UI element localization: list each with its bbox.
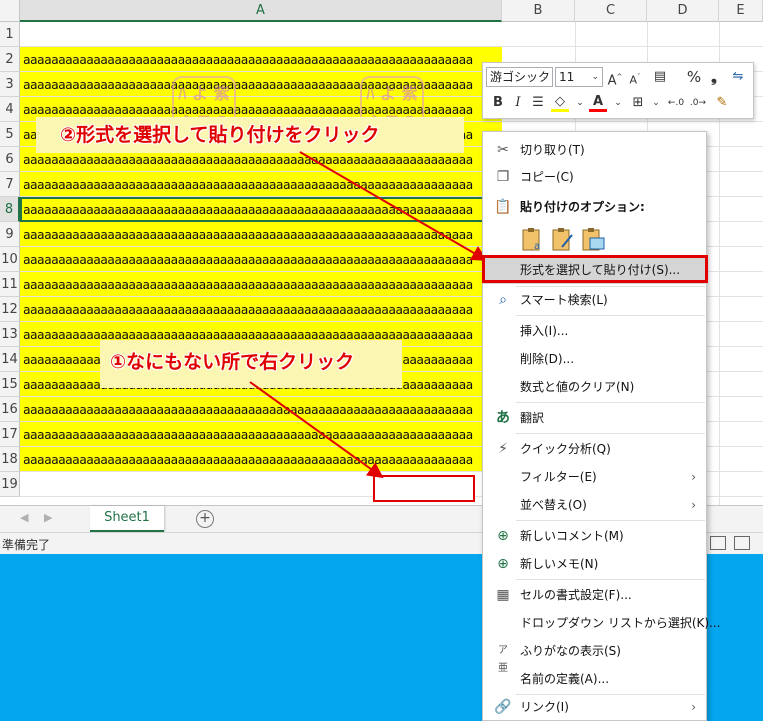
svg-text:a: a [534, 241, 540, 252]
paste-values-icon[interactable]: a [520, 227, 546, 253]
submenu-arrow-icon: › [691, 470, 696, 484]
menu-item-sort[interactable]: 並べ替え(O) › [483, 491, 706, 519]
quick-analysis-icon: ⚡ [498, 441, 508, 457]
menu-item-show-phonetic[interactable]: ア亜 ふりがなの表示(S) [483, 637, 706, 674]
menu-item-label: ふりがなの表示(S) [520, 644, 621, 658]
mini-toolbar: 游ゴシック ⌄ 11 ⌄ A^ Aˇ ▤ % ❟ ⇋ B I ☰ ◇ ⌄ A ⌄ ⊞… [482, 62, 754, 119]
menu-item-label: 切り取り(T) [520, 143, 585, 157]
menu-item-format-cells[interactable]: ▦ セルの書式設定(F)... [483, 581, 706, 609]
link-icon: 🔗 [494, 699, 512, 715]
scissors-icon: ✂ [497, 142, 509, 158]
font-grow-label: A [607, 73, 617, 89]
menu-item-new-comment[interactable]: ⊕ 新しいコメント(M) [483, 522, 706, 550]
menu-item-new-note[interactable]: ⊕ 新しいメモ(N) [483, 550, 706, 578]
menu-item-label: 新しいメモ(N) [520, 557, 599, 571]
menu-item-label: 新しいコメント(M) [520, 529, 624, 543]
menu-item-cut[interactable]: ✂ 切り取り(T) [483, 136, 706, 164]
format-cells-icon: ▦ [496, 587, 510, 603]
menu-item-label: 並べ替え(O) [520, 498, 587, 512]
decrease-decimal-icon[interactable]: .0→ [689, 93, 707, 113]
italic-button[interactable]: I [509, 93, 527, 113]
highlight-box-paste-special [482, 255, 708, 283]
menu-item-filter[interactable]: フィルター(E) › [483, 463, 706, 491]
menu-separator [516, 433, 705, 434]
number-format-icon[interactable]: ▤ [649, 67, 671, 87]
percent-button[interactable]: % [685, 67, 703, 87]
arrow-to-paste-special [299, 151, 488, 262]
menu-item-label: 削除(D)... [520, 352, 575, 366]
menu-item-label: セルの書式設定(F)... [520, 588, 632, 602]
context-menu: ✂ 切り取り(T) ❐ コピー(C) 📋 貼り付けのオプション: a 形式を選択して貼… [482, 131, 721, 721]
comma-style-button[interactable]: ❟ [705, 67, 723, 87]
font-color-dropdown-icon[interactable]: ⌄ [609, 93, 627, 113]
menu-item-label: 翻訳 [520, 411, 545, 425]
menu-item-define-name[interactable]: 名前の定義(A)... [483, 665, 706, 693]
paste-formulas-icon[interactable] [550, 227, 576, 253]
menu-item-smart-lookup[interactable]: ⌕ スマート検索(L) [483, 286, 706, 314]
menu-item-label: リンク(I) [520, 700, 569, 714]
font-shrink-button[interactable]: Aˇ [626, 67, 644, 87]
menu-item-quick-analysis[interactable]: ⚡ クイック分析(Q) [483, 435, 706, 463]
increase-decimal-icon[interactable]: ←.0 [667, 93, 685, 113]
menu-separator [516, 579, 705, 580]
menu-item-delete[interactable]: 削除(D)... [483, 345, 706, 373]
font-grow-button[interactable]: A^ [606, 67, 624, 89]
fill-color-dropdown-icon[interactable]: ⌄ [571, 93, 589, 113]
menu-item-copy[interactable]: ❐ コピー(C) [483, 163, 706, 191]
menu-item-label: クイック分析(Q) [520, 442, 611, 456]
menu-separator [516, 520, 705, 521]
menu-item-insert[interactable]: 挿入(I)... [483, 317, 706, 345]
menu-separator [516, 402, 705, 403]
menu-item-label: スマート検索(L) [520, 293, 608, 307]
menu-section-paste-options: 📋 貼り付けのオプション: [483, 193, 706, 221]
menu-item-clear-contents[interactable]: 数式と値のクリア(N) [483, 373, 706, 401]
translate-icon: あ [496, 410, 510, 426]
wrap-text-icon[interactable]: ⇋ [729, 67, 747, 87]
font-size-select[interactable]: 11 ⌄ [555, 67, 603, 87]
paste-picture-icon[interactable] [580, 227, 606, 253]
menu-section-label: 貼り付けのオプション: [520, 200, 645, 214]
menu-item-label: 数式と値のクリア(N) [520, 380, 635, 394]
borders-icon[interactable]: ⊞ [629, 93, 647, 113]
align-center-icon[interactable]: ☰ [529, 93, 547, 113]
menu-item-label: 挿入(I)... [520, 324, 569, 338]
fill-color-icon[interactable]: ◇ [551, 93, 569, 112]
submenu-arrow-icon: › [691, 700, 696, 714]
search-icon: ⌕ [499, 292, 507, 308]
new-note-icon: ⊕ [497, 556, 509, 572]
bold-button[interactable]: B [489, 93, 507, 113]
menu-item-label: フィルター(E) [520, 470, 597, 484]
clipboard-icon: 📋 [494, 199, 512, 215]
menu-item-pick-from-dropdown[interactable]: ドロップダウン リストから選択(K)... [483, 609, 721, 637]
font-shrink-label: A [629, 73, 638, 87]
font-color-icon[interactable]: A [589, 93, 607, 112]
menu-item-translate[interactable]: あ翻訳 [483, 404, 706, 432]
menu-item-label: コピー(C) [520, 170, 574, 184]
format-painter-icon[interactable]: ✎ [713, 93, 731, 113]
copy-icon: ❐ [496, 169, 510, 185]
phonetic-icon: ア亜 [498, 645, 508, 674]
new-comment-icon: ⊕ [497, 528, 509, 544]
menu-item-link[interactable]: 🔗 リンク(I) › [483, 693, 706, 721]
font-size-value: 11 [559, 70, 575, 84]
arrow-to-empty-cell [249, 381, 384, 479]
menu-separator [516, 315, 705, 316]
menu-item-label: 名前の定義(A)... [520, 672, 610, 686]
menu-item-label: ドロップダウン リストから選択(K)... [520, 616, 721, 630]
font-name-select[interactable]: 游ゴシック ⌄ [486, 67, 553, 87]
borders-dropdown-icon[interactable]: ⌄ [647, 93, 665, 113]
submenu-arrow-icon: › [691, 498, 696, 512]
